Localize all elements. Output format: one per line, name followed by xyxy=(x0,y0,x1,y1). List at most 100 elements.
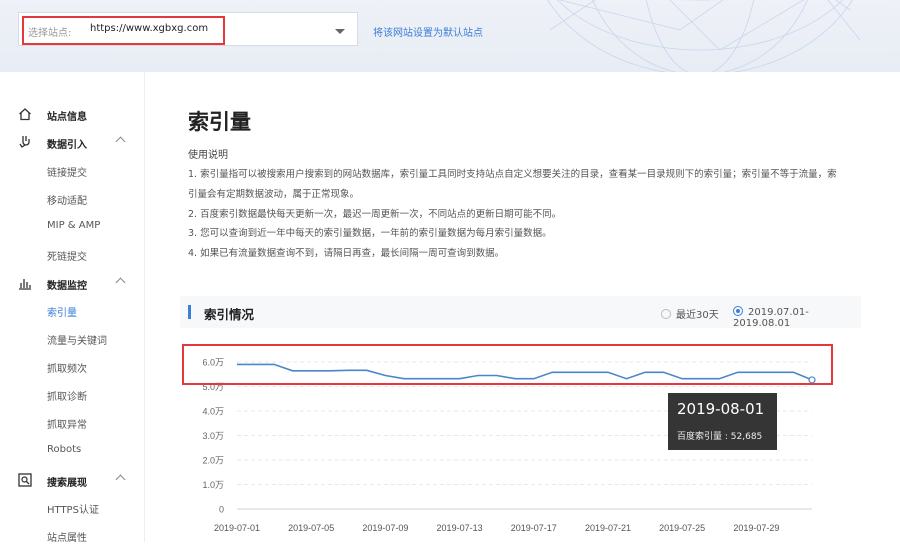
section-accent-bar xyxy=(188,305,191,319)
series-point[interactable] xyxy=(643,370,647,374)
x-axis-ticks: 2019-07-01 2019-07-05 2019-07-09 2019-07-13… xyxy=(214,523,779,533)
series-point[interactable] xyxy=(532,377,536,381)
y-tick-label: 0 xyxy=(219,505,224,515)
series-point[interactable] xyxy=(291,369,295,373)
sidebar-item-https-auth[interactable]: HTTPS认证 xyxy=(47,501,99,516)
section-title: 索引情况 xyxy=(204,307,255,322)
series-point[interactable] xyxy=(680,377,684,381)
x-tick-label: 2019-07-09 xyxy=(362,523,408,533)
x-tick-label: 2019-07-13 xyxy=(437,523,483,533)
series-point[interactable] xyxy=(420,377,424,381)
home-icon xyxy=(19,108,31,121)
tooltip-value: 52,685 xyxy=(730,432,763,442)
series-point[interactable] xyxy=(717,377,721,381)
usage-title: 使用说明 xyxy=(188,150,228,161)
sidebar-item-robots[interactable]: Robots xyxy=(47,444,81,455)
chevron-down-icon[interactable] xyxy=(335,29,345,34)
chevron-up-icon[interactable] xyxy=(115,277,126,288)
range-option-label: 2019.07.01-2019.08.01 xyxy=(733,307,809,329)
y-tick-label: 6.0万 xyxy=(202,358,224,368)
series-point[interactable] xyxy=(254,362,258,366)
chevron-up-icon[interactable] xyxy=(115,136,126,147)
usage-line: 1. 索引量指可以被搜索用户搜索到的网站数据库，索引量工具同时支持站点自定义想要… xyxy=(188,169,837,180)
series-point[interactable] xyxy=(550,370,554,374)
sidebar-item-traffic-keywords[interactable]: 流量与关键词 xyxy=(47,332,107,347)
series-point[interactable] xyxy=(736,370,740,374)
y-axis-ticks: 0 1.0万 2.0万 3.0万 4.0万 5.0万 6.0万 xyxy=(202,358,224,515)
y-tick-label: 5.0万 xyxy=(202,382,224,392)
index-section-header: 索引情况 最近30天 2019.07.01-2019.08.01 xyxy=(180,296,861,329)
chart-highlight-frame xyxy=(182,344,833,385)
series-point[interactable] xyxy=(439,377,443,381)
radio-selected-icon xyxy=(733,306,743,316)
sidebar-group-search-display[interactable]: 搜索展现 xyxy=(0,467,145,493)
series-point[interactable] xyxy=(328,369,332,373)
page-title: 索引量 xyxy=(188,110,251,134)
sidebar-item-mip-amp[interactable]: MIP & AMP xyxy=(47,220,100,231)
series-point[interactable] xyxy=(272,362,276,366)
x-tick-label: 2019-07-05 xyxy=(288,523,334,533)
sidebar: 站点信息 数据引入 链接提交 移动适配 MIP & AMP 死链提交 数据监控 … xyxy=(0,72,145,544)
search-display-icon xyxy=(18,473,32,487)
range-option-custom[interactable]: 2019.07.01-2019.08.01 xyxy=(733,306,861,329)
usage-line: 引量会有定期数据波动，属于正常现象。 xyxy=(188,189,360,200)
series-point[interactable] xyxy=(606,370,610,374)
series-point[interactable] xyxy=(791,370,795,374)
series-point[interactable] xyxy=(699,377,703,381)
site-selector-label: 选择站点: xyxy=(28,28,72,39)
sidebar-item-deadlink-submit[interactable]: 死链提交 xyxy=(47,248,87,263)
sidebar-group-label: 数据引入 xyxy=(47,140,87,151)
series-point[interactable] xyxy=(754,370,758,374)
usage-line: 3. 您可以查询到近一年中每天的索引量数据，一年前的索引量数据为每月索引量数据。 xyxy=(188,228,552,239)
x-tick-label: 2019-07-29 xyxy=(733,523,779,533)
sidebar-item-crawl-errors[interactable]: 抓取异常 xyxy=(47,416,87,431)
series-point[interactable] xyxy=(662,370,666,374)
series-points xyxy=(235,362,816,384)
sidebar-group-data-import[interactable]: 数据引入 xyxy=(0,129,145,155)
radio-icon xyxy=(661,309,671,319)
site-selector-value: https://www.xgbxg.com xyxy=(90,23,209,34)
series-point[interactable] xyxy=(402,377,406,381)
sidebar-item-crawl-diagnosis[interactable]: 抓取诊断 xyxy=(47,388,87,403)
series-point[interactable] xyxy=(513,377,517,381)
sidebar-item-crawl-frequency[interactable]: 抓取频次 xyxy=(47,360,87,375)
x-tick-label: 2019-07-01 xyxy=(214,523,260,533)
series-point[interactable] xyxy=(773,370,777,374)
globe-decoration-icon xyxy=(547,0,861,72)
y-tick-label: 3.0万 xyxy=(202,431,224,441)
chevron-up-icon[interactable] xyxy=(115,474,126,485)
site-selector[interactable]: 选择站点: https://www.xgbxg.com xyxy=(18,12,358,46)
series-point[interactable] xyxy=(495,373,499,377)
series-point[interactable] xyxy=(625,377,629,381)
y-tick-label: 2.0万 xyxy=(202,456,224,466)
sidebar-item-mobile-adapt[interactable]: 移动适配 xyxy=(47,192,87,207)
data-import-icon xyxy=(19,136,30,148)
y-tick-label: 1.0万 xyxy=(202,480,224,490)
usage-line: 2. 百度索引数据最快每天更新一次，最迟一周更新一次，不同站点的更新日期可能不同… xyxy=(188,209,562,220)
bar-chart-icon xyxy=(19,279,31,290)
site-header: 选择站点: https://www.xgbxg.com 将该网站设置为默认站点 xyxy=(0,0,900,72)
series-point[interactable] xyxy=(383,373,387,377)
y-tick-label: 4.0万 xyxy=(202,407,224,417)
index-count-series-line xyxy=(237,363,813,381)
sidebar-group-label: 站点信息 xyxy=(47,112,87,123)
set-default-site-link[interactable]: 将该网站设置为默认站点 xyxy=(373,24,483,39)
series-point[interactable] xyxy=(235,362,239,366)
series-point[interactable] xyxy=(309,369,313,373)
series-point-selected[interactable] xyxy=(808,376,816,384)
series-point[interactable] xyxy=(476,373,480,377)
sidebar-group-data-monitor[interactable]: 数据监控 xyxy=(0,270,145,296)
sidebar-item-index-count[interactable]: 索引量 xyxy=(47,304,77,319)
series-point[interactable] xyxy=(346,368,350,372)
series-point[interactable] xyxy=(587,370,591,374)
tooltip-row: 百度索引量 : 52,685 xyxy=(677,432,763,442)
range-option-label: 最近30天 xyxy=(676,310,719,321)
series-point[interactable] xyxy=(365,368,369,372)
sidebar-item-link-submit[interactable]: 链接提交 xyxy=(47,164,87,179)
sidebar-group-site-info[interactable]: 站点信息 xyxy=(0,101,145,127)
series-point[interactable] xyxy=(458,377,462,381)
usage-line: 4. 如果已有流量数据查询不到，请隔日再查，最长间隔一周可查询到数据。 xyxy=(188,248,505,259)
sidebar-group-label: 搜索展现 xyxy=(47,478,87,489)
range-option-last-30-days[interactable]: 最近30天 xyxy=(661,306,719,321)
series-point[interactable] xyxy=(569,370,573,374)
